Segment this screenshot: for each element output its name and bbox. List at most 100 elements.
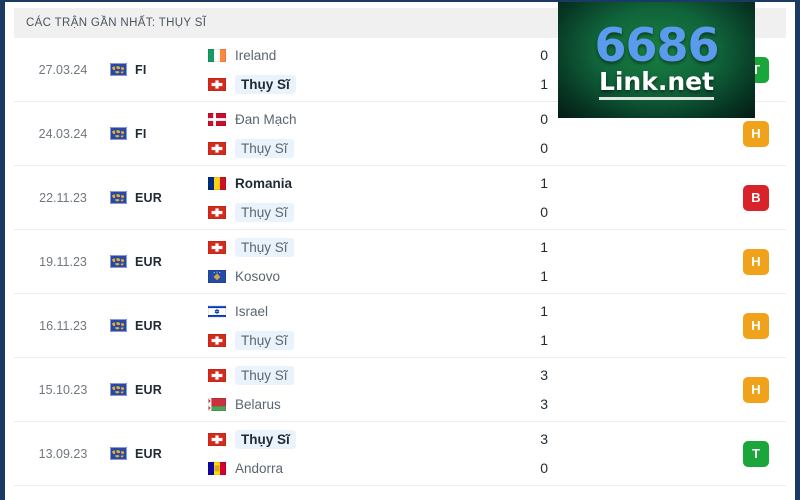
teams-cell: Đan Mạch Thụy Sĩ	[190, 110, 446, 158]
match-row[interactable]: 15.10.23 EUR Thụy Sĩ Belarus 3 3 H	[14, 358, 786, 422]
competition-cell[interactable]: EUR	[106, 383, 190, 397]
result-cell: H	[726, 312, 786, 339]
competition-label: EUR	[135, 318, 162, 333]
team-name: Thụy Sĩ	[235, 237, 294, 257]
andorra-flag	[208, 461, 226, 475]
globe-icon	[110, 255, 127, 268]
away-score: 0	[540, 139, 548, 156]
away-score: 1	[540, 331, 548, 348]
team-home[interactable]: Ireland	[208, 46, 446, 65]
team-name: Israel	[235, 303, 269, 319]
home-score: 1	[540, 174, 548, 191]
team-away[interactable]: Andorra	[208, 459, 446, 478]
score-cell: 01	[446, 46, 556, 94]
team-home[interactable]: Thụy Sĩ	[208, 365, 446, 385]
competition-label: EUR	[135, 446, 162, 461]
team-away[interactable]: Thụy Sĩ	[208, 74, 446, 94]
israel-flag	[208, 304, 226, 318]
match-date: 19.11.23	[39, 254, 87, 269]
switzerland-flag	[208, 432, 226, 446]
team-name: Thụy Sĩ	[235, 74, 296, 94]
match-date: 22.11.23	[39, 190, 87, 205]
competition-cell[interactable]: EUR	[106, 255, 190, 269]
competition-cell[interactable]: EUR	[106, 319, 190, 333]
status-badge[interactable]: B	[743, 184, 769, 211]
teams-cell: Thụy Sĩ Kosovo	[190, 237, 446, 286]
score-cell: 11	[446, 302, 556, 350]
match-date: 15.10.23	[38, 382, 88, 397]
switzerland-flag	[208, 77, 226, 91]
globe-icon	[110, 191, 127, 204]
teams-cell: Romania Thụy Sĩ	[190, 174, 446, 222]
match-row[interactable]: 16.11.23 EUR Israel Thụy Sĩ 1 1 H	[14, 294, 786, 358]
competition-label: EUR	[135, 254, 162, 269]
team-away[interactable]: Thụy Sĩ	[208, 330, 446, 350]
competition-cell[interactable]: FI	[106, 63, 190, 77]
team-away[interactable]: Thụy Sĩ	[208, 138, 446, 158]
team-away[interactable]: Belarus	[208, 395, 446, 414]
match-date: 24.03.24	[38, 126, 88, 141]
team-name: Thụy Sĩ	[235, 138, 294, 158]
home-score: 0	[540, 46, 548, 63]
team-name: Thụy Sĩ	[235, 429, 296, 449]
globe-icon	[110, 127, 127, 140]
match-row[interactable]: 19.11.23 EUR Thụy Sĩ Kosovo 1 1 H	[14, 230, 786, 294]
team-away[interactable]: Thụy Sĩ	[208, 202, 446, 222]
switzerland-flag	[208, 368, 226, 382]
away-score: 1	[540, 267, 548, 284]
competition-cell[interactable]: FI	[106, 127, 190, 141]
team-away[interactable]: Kosovo	[208, 267, 446, 286]
ireland-flag	[208, 48, 226, 62]
match-date: 27.03.24	[38, 62, 88, 77]
home-score: 1	[540, 238, 548, 255]
switzerland-flag	[208, 240, 226, 254]
page-title: CÁC TRẬN GẦN NHẤT: THỤY SĨ	[26, 17, 207, 29]
switzerland-flag	[208, 205, 226, 219]
team-home[interactable]: Thụy Sĩ	[208, 237, 446, 257]
result-cell: T	[726, 440, 786, 467]
home-score: 0	[540, 110, 548, 127]
score-cell: 33	[446, 366, 556, 414]
status-badge[interactable]: H	[743, 120, 769, 147]
result-cell: H	[726, 120, 786, 147]
team-name: Kosovo	[235, 268, 281, 284]
team-name: Andorra	[235, 460, 284, 476]
status-badge[interactable]: H	[743, 248, 769, 275]
team-home[interactable]: Romania	[208, 174, 446, 193]
team-home[interactable]: Israel	[208, 302, 446, 321]
competition-cell[interactable]: EUR	[106, 191, 190, 205]
team-home[interactable]: Thụy Sĩ	[208, 429, 446, 449]
match-row[interactable]: 22.11.23 EUR Romania Thụy Sĩ 1 0 B	[14, 166, 786, 230]
teams-cell: Thụy Sĩ Andorra	[190, 429, 446, 478]
team-name: Đan Mạch	[235, 111, 297, 127]
kosovo-flag	[208, 269, 226, 283]
switzerland-flag	[208, 333, 226, 347]
globe-icon	[110, 63, 127, 76]
team-name: Belarus	[235, 396, 281, 412]
score-cell: 30	[446, 430, 556, 478]
belarus-flag	[208, 397, 226, 411]
denmark-flag	[208, 112, 226, 126]
match-row[interactable]: 13.09.23 EUR Thụy Sĩ Andorra 3 0 T	[14, 422, 786, 486]
watermark-domain: Link.net	[598, 67, 715, 100]
result-cell: B	[726, 184, 786, 211]
home-score: 3	[540, 430, 548, 447]
competition-cell[interactable]: EUR	[106, 447, 190, 461]
status-badge[interactable]: H	[743, 312, 769, 339]
team-name: Thụy Sĩ	[235, 330, 294, 350]
score-cell: 00	[446, 110, 556, 158]
competition-label: EUR	[135, 190, 162, 205]
team-home[interactable]: Đan Mạch	[208, 110, 446, 129]
team-name: Ireland	[235, 47, 277, 63]
score-cell: 10	[446, 174, 556, 222]
match-date: 13.09.23	[38, 446, 88, 461]
watermark-overlay: 6686 Link.net	[558, 2, 755, 118]
away-score: 3	[540, 395, 548, 412]
away-score: 1	[540, 75, 548, 92]
teams-cell: Thụy Sĩ Belarus	[190, 365, 446, 414]
status-badge[interactable]: T	[743, 440, 769, 467]
match-date: 16.11.23	[39, 318, 87, 333]
status-badge[interactable]: H	[743, 376, 769, 403]
globe-icon	[110, 319, 127, 332]
result-cell: H	[726, 376, 786, 403]
